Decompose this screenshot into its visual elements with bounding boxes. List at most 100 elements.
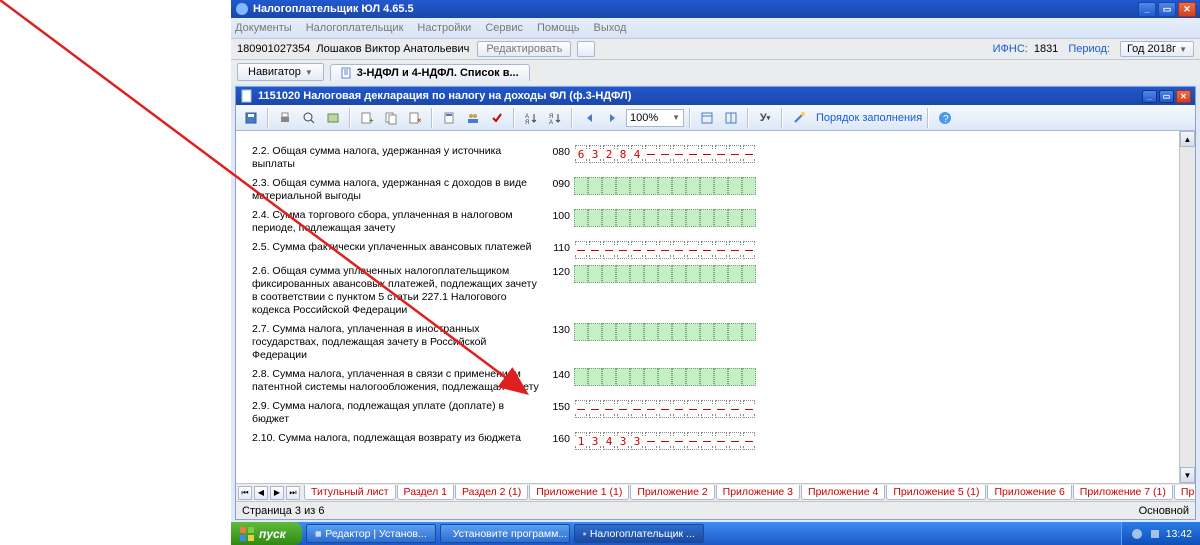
field-label: 2.9. Сумма налога, подлежащая уплате (до… [252,400,542,426]
doc-close-button[interactable]: ✕ [1176,90,1191,103]
svg-text:А: А [549,120,553,125]
scroll-up-button[interactable]: ▲ [1180,131,1195,147]
aux-button[interactable] [577,41,595,57]
field-cells[interactable] [574,209,756,227]
window-titlebar: Налогоплательщик ЮЛ 4.65.5 _ ▭ ✕ [231,0,1200,18]
form-row: 2.6. Общая сумма уплаченных налогоплател… [252,265,1163,317]
sheet-tab[interactable]: Приложение 6 [987,485,1071,500]
taxpayer-id: 180901027354 [237,43,310,55]
first-icon[interactable] [578,108,600,128]
sheet-tab[interactable]: Приложение 3 [716,485,800,500]
svg-text:Я: Я [525,120,529,125]
help-icon[interactable]: ? [934,108,956,128]
sheet-tab[interactable]: Приложение 1 (1) [529,485,629,500]
calc-icon[interactable] [438,108,460,128]
field-label: 2.4. Сумма торгового сбора, уплаченная в… [252,209,542,235]
zoom-selector[interactable]: 100%▼ [626,109,684,127]
window-title: Налогоплательщик ЮЛ 4.65.5 [253,3,414,15]
field-label: 2.2. Общая сумма налога, удержанная у ис… [252,145,542,171]
doc-add-icon[interactable]: + [356,108,378,128]
system-tray[interactable]: 13:42 [1121,522,1200,545]
maximize-button[interactable]: ▭ [1158,2,1176,17]
form-row: 2.4. Сумма торгового сбора, уплаченная в… [252,209,1163,235]
field-cells[interactable] [574,177,756,195]
form-page: 2.2. Общая сумма налога, удержанная у ис… [236,131,1179,483]
windows-taskbar: пуск Редактор | Установ...Установите про… [231,522,1200,545]
sheet-tab[interactable]: Приложение 4 [801,485,885,500]
save-icon[interactable] [240,108,262,128]
svg-text:?: ? [943,114,949,125]
menu-item[interactable]: Налогоплательщик [306,22,404,34]
field-cells[interactable]: 13433 [574,432,756,450]
menu-item[interactable]: Документы [235,22,292,34]
year-selector[interactable]: Год 2018г ▼ [1120,41,1194,57]
mode-indicator: Основной [1139,505,1189,517]
ifns-link[interactable]: ИФНС: [993,43,1028,55]
layout1-icon[interactable] [696,108,718,128]
tab-last-button[interactable]: ⏭ [286,486,300,500]
taskbar-item-icon [315,528,322,540]
menu-item[interactable]: Помощь [537,22,580,34]
close-button[interactable]: ✕ [1178,2,1196,17]
period-link[interactable]: Период: [1068,43,1110,55]
doc-maximize-button[interactable]: ▭ [1159,90,1174,103]
sheet-tab[interactable]: Титульный лист [304,485,396,500]
preview-icon[interactable] [298,108,320,128]
sheet-tab-bar: ⏮ ◀ ▶ ⏭ Титульный листРаздел 1Раздел 2 (… [236,483,1195,501]
people-icon[interactable] [462,108,484,128]
taskbar-item[interactable]: Редактор | Установ... [306,524,436,543]
book-icon[interactable] [322,108,344,128]
sheet-tab[interactable]: Раздел 2 (1) [455,485,528,500]
form-row: 2.10. Сумма налога, подлежащая возврату … [252,432,1163,450]
field-code: 130 [542,323,570,336]
field-cells[interactable] [574,368,756,386]
field-code: 100 [542,209,570,222]
start-button[interactable]: пуск [231,522,302,545]
sort-az-icon[interactable]: АЯ [520,108,542,128]
field-code: 110 [542,241,570,254]
last-icon[interactable] [602,108,624,128]
field-cells[interactable]: 63284 [574,145,756,163]
tab-next-button[interactable]: ▶ [270,486,284,500]
sheet-tab[interactable]: Раздел 1 [397,485,454,500]
doc-delete-icon[interactable]: × [404,108,426,128]
field-cells[interactable] [574,323,756,341]
field-label: 2.8. Сумма налога, уплаченная в связи с … [252,368,542,394]
wand-icon[interactable] [788,108,810,128]
sheet-tab[interactable]: Приложение 2 [630,485,714,500]
doc-copy-icon[interactable] [380,108,402,128]
edit-button[interactable]: Редактировать [477,41,571,57]
sheet-tab[interactable]: Приложение 8 [1174,485,1195,500]
fill-order-link[interactable]: Порядок заполнения [816,112,922,124]
check-icon[interactable] [486,108,508,128]
form-row: 2.2. Общая сумма налога, удержанная у ис… [252,145,1163,171]
tab-prev-button[interactable]: ◀ [254,486,268,500]
navigator-button[interactable]: Навигатор▼ [237,63,324,81]
tab-first-button[interactable]: ⏮ [238,486,252,500]
document-tab[interactable]: 3-НДФЛ и 4-НДФЛ. Список в... [330,64,530,81]
field-label: 2.5. Сумма фактически уплаченных авансов… [252,241,542,254]
u-button[interactable]: У ▾ [754,108,776,128]
svg-text:×: × [417,116,422,125]
tray-icon [1148,527,1162,541]
menu-item[interactable]: Выход [594,22,627,34]
doc-minimize-button[interactable]: _ [1142,90,1157,103]
form-row: 2.8. Сумма налога, уплаченная в связи с … [252,368,1163,394]
sheet-tab[interactable]: Приложение 7 (1) [1073,485,1173,500]
field-cells[interactable] [574,400,756,418]
taskbar-item[interactable]: Налогоплательщик ... [574,524,704,543]
minimize-button[interactable]: _ [1138,2,1156,17]
menu-item[interactable]: Настройки [417,22,471,34]
scroll-down-button[interactable]: ▼ [1180,467,1195,483]
field-cells[interactable] [574,241,756,259]
sheet-tab[interactable]: Приложение 5 (1) [886,485,986,500]
sort-za-icon[interactable]: ЯА [544,108,566,128]
menu-item[interactable]: Сервис [485,22,523,34]
windows-logo-icon [239,526,255,542]
layout2-icon[interactable] [720,108,742,128]
print-icon[interactable] [274,108,296,128]
taskbar-item[interactable]: Установите программ... [440,524,570,543]
field-cells[interactable] [574,265,756,283]
field-label: 2.7. Сумма налога, уплаченная в иностран… [252,323,542,362]
vertical-scrollbar[interactable]: ▲ ▼ [1179,131,1195,483]
